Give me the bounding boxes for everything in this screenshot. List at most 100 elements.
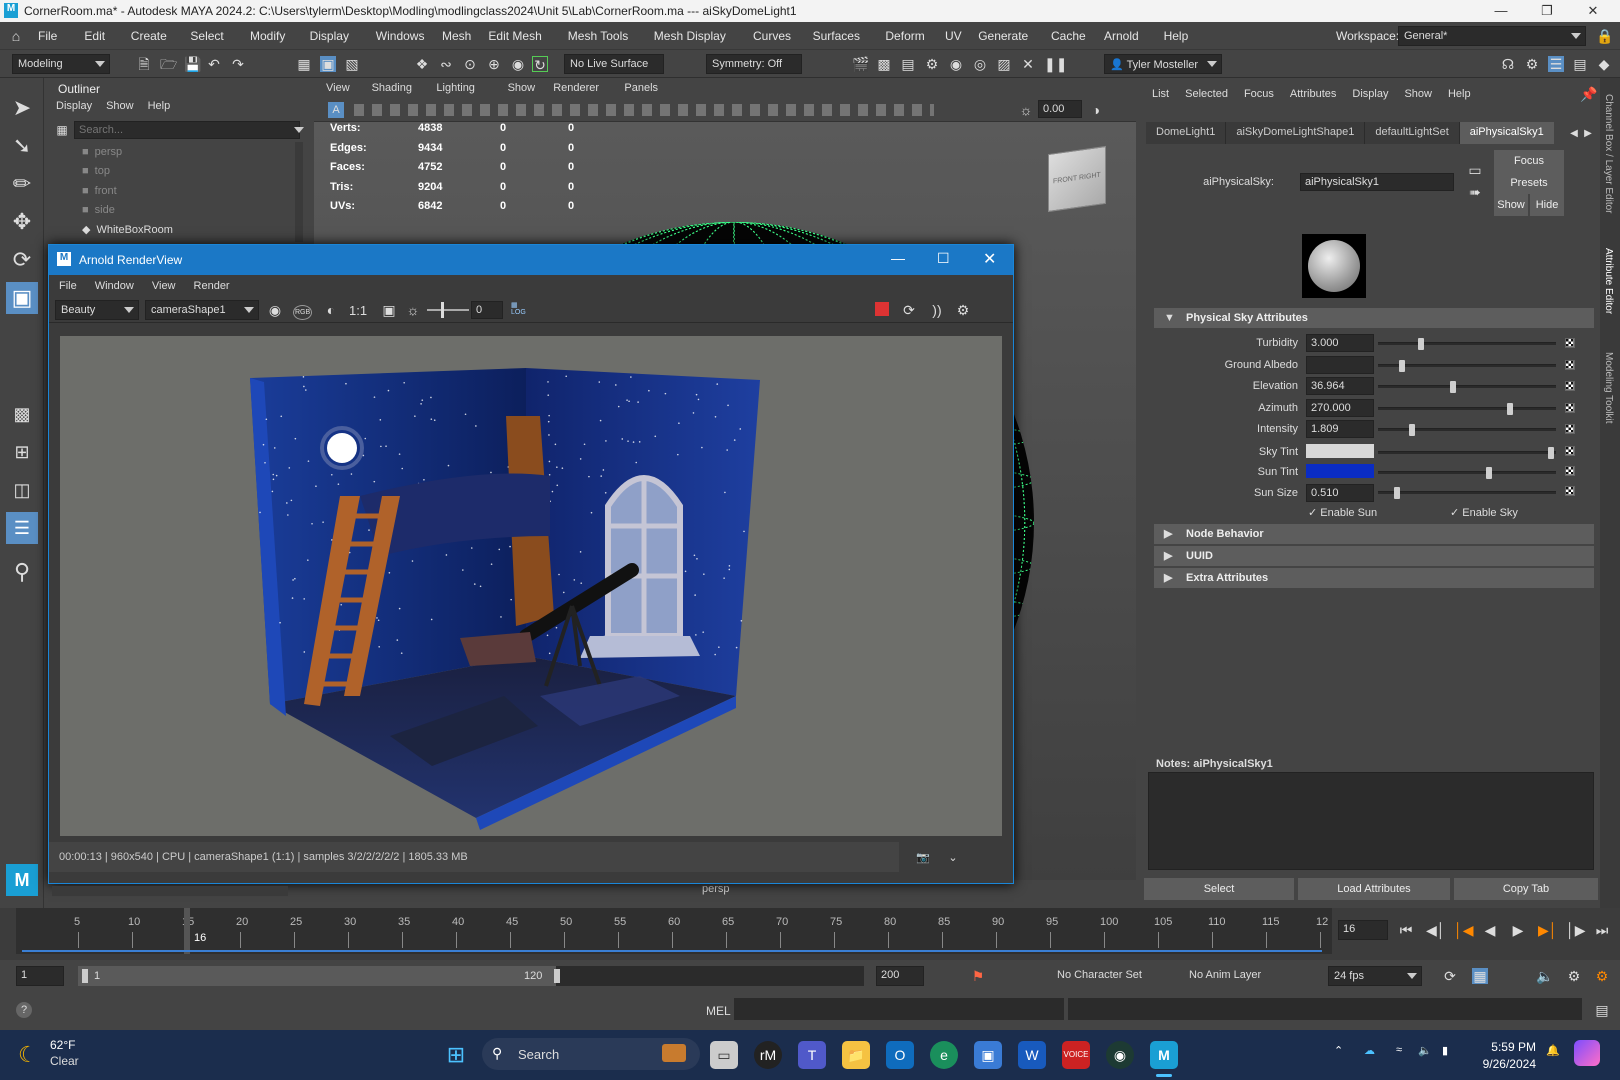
outliner-item-persp[interactable]: ■ persp [82,142,282,162]
menu-generate[interactable]: Generate [978,29,1028,43]
rotate-tool-icon[interactable]: ⟳ [6,244,38,276]
onedrive-icon[interactable]: ☁ [1364,1044,1375,1057]
home-icon[interactable]: ⌂ [8,28,24,44]
select-input-icon[interactable]: ▭ [1467,162,1483,178]
single-view-icon[interactable]: ▩ [6,398,38,430]
attr-menu-selected[interactable]: Selected [1185,88,1228,100]
play-forward-icon[interactable]: ▶ [1510,922,1526,938]
undo-icon[interactable]: ↶ [206,56,222,72]
rv-menu-file[interactable]: File [59,280,77,292]
attr-tab-1[interactable]: aiSkyDomeLightShape1 [1226,122,1366,144]
attr-slider-intensity[interactable] [1378,424,1556,436]
clock-time[interactable]: 5:59 PM [1474,1040,1536,1054]
renderview-minimize-button[interactable]: — [891,250,905,266]
four-view-icon[interactable]: ⊞ [6,436,38,468]
scene-end-field[interactable]: 200 [876,966,924,986]
menu-mesh[interactable]: Mesh [442,29,471,43]
viewport-menu-renderer[interactable]: Renderer [553,82,599,94]
attr-menu-help[interactable]: Help [1448,88,1471,100]
rgb-toggle[interactable]: RGB [293,305,313,320]
sound-icon[interactable]: 🔈 [1536,968,1553,984]
viewport-menu-show[interactable]: Show [508,82,536,94]
menu-file[interactable]: File [38,29,57,43]
go-to-end-icon[interactable]: ⏭ [1594,922,1610,938]
renderview-settings-icon[interactable]: ⚙ [955,302,971,318]
gamma-icon[interactable]: ◑ [1088,102,1104,118]
snap-live-icon[interactable]: ↻ [532,56,548,73]
menu-mesh-display[interactable]: Mesh Display [654,29,726,43]
command-input[interactable] [734,998,1064,1020]
focus-button[interactable]: Focus [1494,150,1564,172]
help-icon[interactable]: ? [16,1002,32,1018]
playback-settings-icon[interactable]: ⚙ [1566,968,1582,984]
weather-temp[interactable]: 62°F [50,1038,75,1052]
outliner-menu-display[interactable]: Display [56,100,92,112]
rv-menu-view[interactable]: View [152,280,176,292]
copy-tab-button[interactable]: Copy Tab [1454,878,1598,900]
modeling-toolkit-icon[interactable]: ◆ [1596,56,1612,72]
rv-menu-window[interactable]: Window [95,280,134,292]
redo-icon[interactable]: ↷ [230,56,246,72]
wifi-icon[interactable]: ≈ [1396,1044,1402,1056]
expand-status-icon[interactable]: ⌄ [945,850,961,866]
auto-key-icon[interactable]: ⚑ [970,968,986,984]
battery-icon[interactable]: ▮ [1442,1044,1448,1057]
maya-home-icon[interactable]: M [6,864,38,896]
sun-tint-map-icon[interactable] [1565,466,1575,476]
taskbar-search-box[interactable]: ⚲ Search [482,1038,700,1070]
arnold-render-icon[interactable]: ◎ [972,56,988,72]
render-settings-icon[interactable]: ⚙ [924,56,940,72]
workspace-dropdown[interactable]: General* [1398,26,1586,46]
two-view-icon[interactable]: ◫ [6,474,38,506]
viewport-menu-shading[interactable]: Shading [372,82,412,94]
notification-bell-icon[interactable]: 🔔 [1546,1044,1560,1057]
current-frame-field[interactable]: 16 [1338,920,1388,940]
move-tool-icon[interactable]: ✥ [6,206,38,238]
slider-knob[interactable] [1507,402,1513,415]
stop-render-button[interactable] [875,302,889,316]
outliner-hscrollbar[interactable] [52,886,288,896]
rv-menu-render[interactable]: Render [194,280,230,292]
select-camera-icon[interactable]: A [328,102,344,118]
exposure-slider[interactable] [427,302,469,318]
attr-field-elevation[interactable]: 36.964 [1306,377,1374,395]
log-toggle[interactable]: ▦ LOG [511,301,526,316]
save-scene-icon[interactable]: 💾 [184,56,201,72]
sun-size-map-icon[interactable] [1565,486,1575,496]
snap-view-icon[interactable]: ⊕ [486,56,502,72]
viewport-menu-lighting[interactable]: Lighting [436,82,475,94]
attr-menu-display[interactable]: Display [1352,88,1388,100]
menu-edit-mesh[interactable]: Edit Mesh [488,29,541,43]
channel-box-tab[interactable]: Channel Box / Layer Editor [1603,94,1614,214]
sun-tint-swatch[interactable] [1306,464,1374,478]
attr-menu-attributes[interactable]: Attributes [1290,88,1336,100]
menu-create[interactable]: Create [131,29,167,43]
script-language-label[interactable]: MEL [706,1004,731,1018]
ipr-icon[interactable]: )) [927,302,943,318]
toolsettings-icon[interactable]: ⚙ [1524,56,1540,72]
attr-slider-ground-albedo[interactable] [1378,359,1556,372]
exposure-field[interactable]: 0 [471,301,503,319]
attr-field-intensity[interactable]: 1.809 [1306,420,1374,438]
store-icon[interactable]: ▣ [974,1041,1002,1069]
outliner-layout-icon[interactable]: ☰ [6,512,38,544]
slider-knob[interactable] [1399,359,1405,372]
tab-next-icon[interactable]: ▶ [1580,126,1596,142]
attr-field-ground-albedo[interactable] [1306,355,1374,374]
render-region-icon[interactable]: 🎬 [852,56,869,72]
next-key-icon[interactable]: ▶│ [1538,922,1558,938]
menu-uv[interactable]: UV [945,29,962,43]
exposure-field[interactable]: 0.00 [1038,100,1082,118]
viewport-menu-view[interactable]: View [326,82,350,94]
attr-tab-2[interactable]: defaultLightSet [1365,122,1460,144]
menu-modify[interactable]: Modify [250,29,285,43]
select-button[interactable]: Select [1144,878,1294,900]
sun-tint-slider[interactable] [1378,467,1556,479]
lock-icon[interactable]: 🔒 [1596,28,1613,44]
scene-start-field[interactable]: 1 [16,966,64,986]
refresh-render-icon[interactable]: ⟳ [901,302,917,318]
maximize-button[interactable]: ❐ [1524,0,1570,22]
sky-tint-slider[interactable] [1378,447,1556,459]
go-to-start-icon[interactable]: ⏮ [1398,922,1414,938]
renderview-close-button[interactable]: ✕ [983,249,996,269]
